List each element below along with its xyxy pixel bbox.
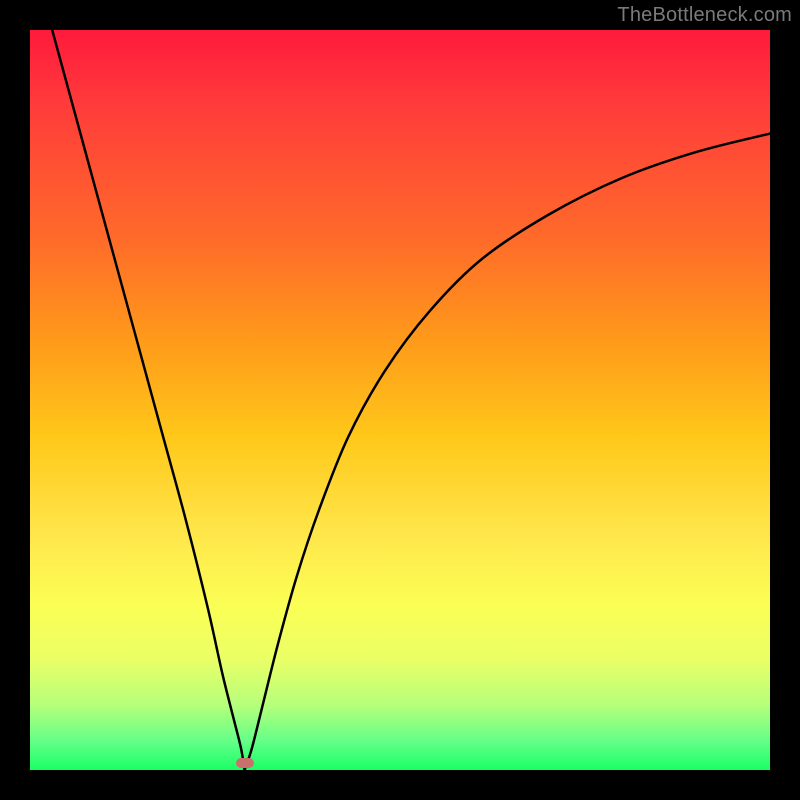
chart-min-marker [236, 758, 254, 768]
chart-plot-area [30, 30, 770, 770]
chart-frame: TheBottleneck.com [0, 0, 800, 800]
watermark-text: TheBottleneck.com [617, 4, 792, 27]
chart-curve [30, 30, 770, 770]
